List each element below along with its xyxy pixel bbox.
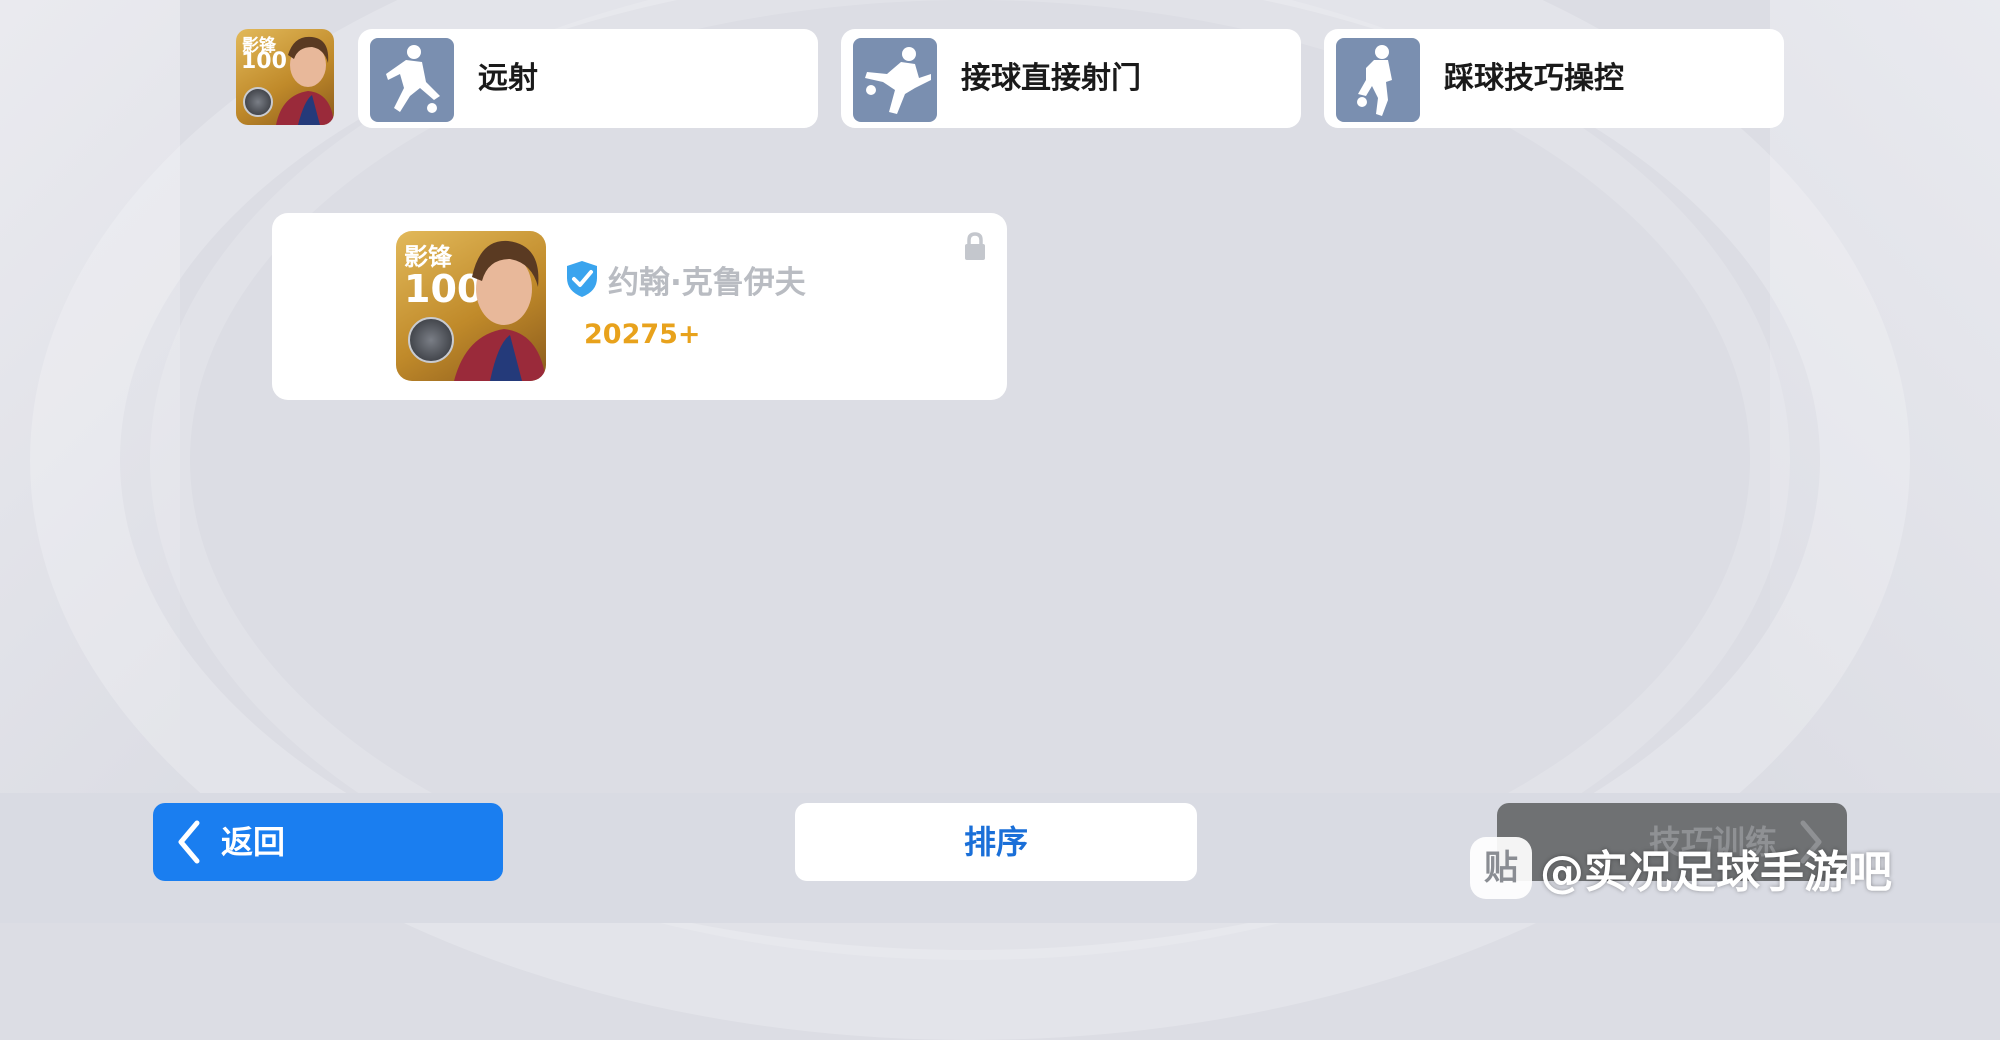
skill-tile-long-shot[interactable]: 远射 [358, 29, 818, 128]
sole-control-icon [1336, 38, 1420, 122]
verified-shield-icon [567, 261, 597, 297]
first-time-shot-icon [853, 38, 937, 122]
watermark: 贴 @实况足球手游吧 [1470, 836, 1892, 902]
player-card[interactable]: 影锋 100 [396, 231, 546, 381]
lock-icon [965, 232, 985, 260]
player-portrait-icon [454, 240, 546, 381]
long-shot-icon [370, 38, 454, 122]
player-portrait-icon [276, 36, 334, 125]
back-button[interactable]: 返回 [153, 803, 503, 881]
skill-tile-first-time-shot[interactable]: 接球直接射门 [841, 29, 1301, 128]
back-button-label: 返回 [221, 823, 286, 861]
player-points: 20275+ [584, 319, 701, 350]
player-name: 约翰·克鲁伊夫 [608, 265, 806, 301]
skill-label: 踩球技巧操控 [1444, 61, 1624, 96]
skill-tile-sole-control[interactable]: 踩球技巧操控 [1324, 29, 1784, 128]
tieba-logo-icon: 贴 [1470, 837, 1532, 899]
sort-button[interactable]: 排序 [795, 803, 1197, 881]
sort-button-label: 排序 [963, 823, 1028, 861]
player-entry-panel[interactable]: 影锋 100 约翰·克鲁伊夫 20275+ [272, 213, 1007, 400]
skill-label: 接球直接射门 [961, 61, 1141, 96]
skill-label: 远射 [478, 61, 538, 96]
watermark-text: @实况足球手游吧 [1540, 847, 1892, 898]
top-player-card[interactable]: 影锋 100 [236, 29, 334, 125]
chevron-left-icon [178, 820, 200, 864]
